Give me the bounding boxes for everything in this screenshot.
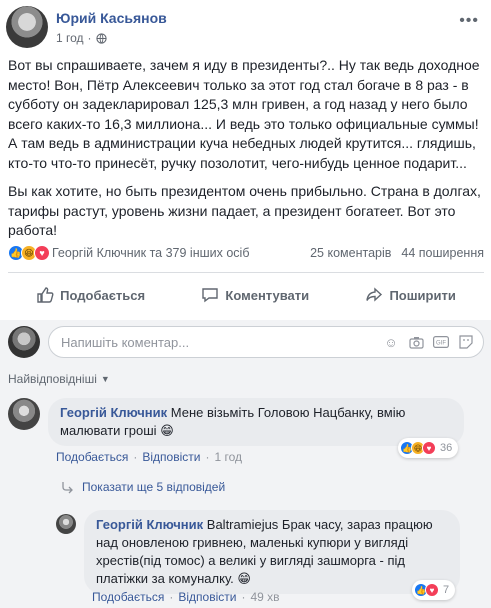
love-reaction-icon: ♥	[422, 441, 436, 455]
comments-count[interactable]: 25 коментарів	[310, 246, 391, 260]
comment-button[interactable]: Коментувати	[201, 286, 309, 304]
post-header: Юрий Касьянов 1 год · •••	[6, 6, 485, 52]
caret-down-icon: ▼	[100, 374, 110, 384]
current-user-avatar	[8, 326, 40, 358]
reactions-summary: 👍 😆 ♥ Георгій Ключник та 379 інших осіб …	[8, 243, 484, 263]
share-label: Поширити	[389, 287, 456, 303]
like-label: Подобається	[60, 287, 146, 303]
reaction-icons[interactable]: 👍 😆 ♥	[8, 245, 50, 261]
grin-emoji: 😁	[160, 423, 174, 438]
shares-count[interactable]: 44 поширення	[401, 246, 484, 260]
comments-section: Напишіть коментар... ☺ GIF Найвідповідні…	[0, 320, 491, 608]
reply-time[interactable]: 49 хв	[250, 590, 279, 604]
like-button[interactable]: Подобається	[36, 286, 145, 304]
commenter-avatar[interactable]	[8, 398, 40, 430]
comment-placeholder: Напишіть коментар...	[61, 334, 190, 350]
reply-comment: Георгій Ключник Baltramiejus Брак часу, …	[56, 510, 484, 604]
separator-dot: ·	[87, 31, 92, 45]
reply-arrow-icon	[62, 482, 73, 494]
reactions-text[interactable]: Георгій Ключник та 379 інших осіб	[52, 246, 250, 260]
love-reaction-icon: ♥	[425, 583, 439, 597]
reply-like-link[interactable]: Подобається	[92, 590, 164, 604]
post-body: Вот вы спрашиваете, зачем я иду в презид…	[8, 56, 486, 250]
reply-author[interactable]: Георгій Ключник	[96, 517, 203, 532]
emoji-icon[interactable]: ☺	[383, 334, 399, 350]
post-author[interactable]: Юрий Касьянов	[56, 10, 167, 26]
comment-label: Коментувати	[225, 287, 310, 303]
engagement-counts: 25 коментарів 44 поширення	[310, 246, 484, 260]
gif-icon[interactable]: GIF	[433, 334, 449, 350]
post-actions: Подобається Коментувати Поширити	[8, 278, 484, 312]
comment-author[interactable]: Георгій Ключник	[60, 405, 167, 420]
comment: Георгій Ключник Мене візьміть Головою На…	[8, 398, 484, 470]
comment-reply-link[interactable]: Відповісти	[142, 450, 200, 464]
sticker-icon[interactable]	[458, 334, 474, 350]
sort-label: Найвідповідніші	[8, 372, 97, 386]
comment-time[interactable]: 1 год	[214, 450, 242, 464]
show-replies-label: Показати ще 5 відповідей	[82, 480, 226, 494]
comment-reactions[interactable]: 👍 😆 ♥ 36	[398, 438, 459, 458]
composer-icons: ☺ GIF	[383, 334, 474, 350]
post-meta: 1 год ·	[56, 31, 107, 45]
love-reaction-icon: ♥	[34, 245, 50, 261]
reply-actions: Подобається · Відповісти · 49 хв	[92, 590, 280, 604]
thumbs-up-icon	[37, 287, 54, 303]
comment-icon	[202, 288, 219, 303]
comment-composer: Напишіть коментар... ☺ GIF	[8, 326, 484, 358]
post-time[interactable]: 1 год	[56, 31, 84, 45]
svg-text:GIF: GIF	[436, 341, 446, 347]
reply-reply-link[interactable]: Відповісти	[178, 590, 236, 604]
reply-bubble: Георгій Ключник Baltramiejus Брак часу, …	[84, 510, 460, 594]
comment-reaction-count: 36	[440, 442, 453, 454]
comment-sort-dropdown[interactable]: Найвідповідніші ▼	[8, 372, 110, 386]
camera-icon[interactable]	[408, 334, 424, 350]
post-paragraph: Вот вы спрашиваете, зачем я иду в презид…	[8, 57, 480, 171]
comment-like-link[interactable]: Подобається	[56, 450, 128, 464]
grin-emoji: 😁	[237, 571, 251, 586]
reply-reaction-count: 7	[443, 584, 450, 596]
divider	[8, 272, 484, 273]
more-options-icon[interactable]: •••	[459, 12, 479, 30]
author-avatar[interactable]	[6, 6, 48, 48]
reply-reactions[interactable]: 👍 ♥ 7	[412, 580, 456, 600]
share-icon	[366, 287, 383, 302]
reply-author-avatar[interactable]	[56, 514, 76, 534]
comment-actions: Подобається · Відповісти · 1 год	[56, 450, 242, 464]
post-paragraph: Вы как хотите, но быть президентом очень…	[8, 183, 481, 238]
globe-icon	[95, 32, 107, 44]
show-more-replies[interactable]: Показати ще 5 відповідей	[60, 480, 225, 494]
share-button[interactable]: Поширити	[365, 286, 456, 304]
